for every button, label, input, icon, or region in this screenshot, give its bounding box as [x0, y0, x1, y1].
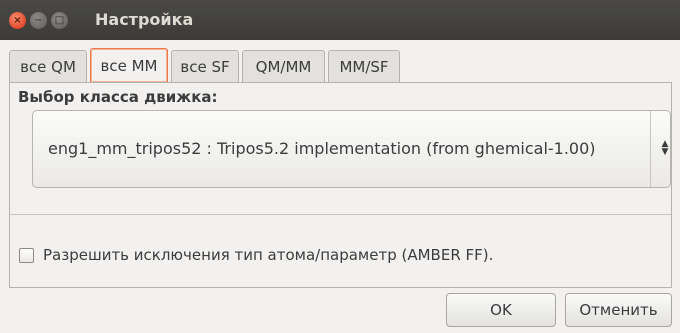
tab-all-qm[interactable]: все QM [9, 50, 87, 82]
close-icon[interactable]: × [9, 12, 26, 29]
minimize-icon[interactable]: − [30, 12, 47, 29]
title-bar: × − □ Настройка [0, 0, 680, 40]
maximize-icon[interactable]: □ [51, 12, 68, 29]
combo-separator [650, 111, 651, 187]
tab-all-sf[interactable]: все SF [171, 50, 239, 82]
engine-class-selected-value: eng1_mm_tripos52 : Tripos5.2 implementat… [48, 139, 596, 158]
engine-class-select[interactable]: eng1_mm_tripos52 : Tripos5.2 implementat… [32, 110, 671, 188]
settings-dialog: × − □ Настройка все QM все MM все SF QM/… [0, 0, 680, 333]
arrow-down-icon: ▼ [661, 147, 669, 157]
ok-button[interactable]: OK [446, 293, 556, 327]
tab-all-mm[interactable]: все MM [90, 48, 168, 82]
tab-mm-sf[interactable]: MM/SF [328, 50, 400, 82]
separator-line [10, 214, 671, 215]
amber-exceptions-label[interactable]: Разрешить исключения тип атома/параметр … [43, 246, 493, 264]
window-title: Настройка [95, 10, 194, 29]
up-down-arrows-icon: ▲ ▼ [660, 135, 670, 161]
amber-exceptions-checkbox[interactable] [19, 248, 34, 263]
engine-class-label: Выбор класса движка: [18, 88, 218, 106]
cancel-button[interactable]: Отменить [565, 293, 672, 327]
tab-qm-mm[interactable]: QM/MM [242, 50, 325, 82]
